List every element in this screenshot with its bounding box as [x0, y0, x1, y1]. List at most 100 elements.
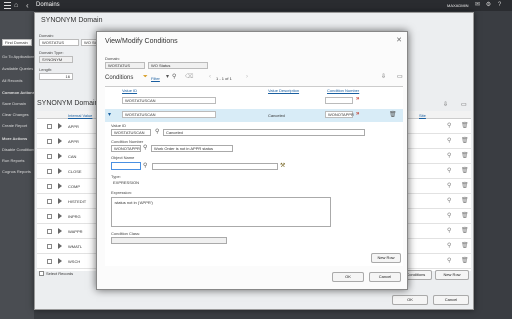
expand-arrow-icon[interactable]: [58, 168, 62, 174]
delete-icon[interactable]: 🗑: [461, 153, 469, 159]
search-icon[interactable]: ⚲: [143, 145, 147, 151]
col-internal-value[interactable]: Internal Value: [68, 113, 92, 118]
user-name[interactable]: MAXADMIN: [447, 3, 469, 8]
delete-icon[interactable]: 🗑: [461, 183, 469, 189]
sidebar-item-cognos[interactable]: Cognos Reports: [2, 169, 31, 174]
delete-icon[interactable]: 🗑: [389, 112, 397, 118]
row-checkbox[interactable]: [47, 199, 52, 204]
filter-icon[interactable]: ⏷: [143, 74, 148, 80]
back-arrow-icon[interactable]: ‹: [26, 1, 29, 10]
row-checkbox[interactable]: [47, 154, 52, 159]
expression-builder-icon[interactable]: ⚒: [280, 163, 285, 169]
detail-icon[interactable]: ⚲: [447, 153, 453, 159]
minimize-icon[interactable]: ▭: [461, 102, 467, 108]
select-records[interactable]: Select Records: [39, 271, 73, 277]
new-row-button[interactable]: New Row: [435, 270, 469, 280]
row-checkbox[interactable]: [47, 244, 52, 249]
cancel-button[interactable]: Cancel: [433, 295, 469, 305]
sidebar-item-goto[interactable]: Go To Applications: [2, 54, 35, 59]
filter-dropdown-icon[interactable]: ▾: [166, 74, 169, 80]
select-value-icon[interactable]: »: [356, 111, 359, 117]
delete-icon[interactable]: 🗑: [461, 213, 469, 219]
search-icon[interactable]: ⚲: [155, 129, 159, 135]
cancel-button[interactable]: Cancel: [369, 272, 401, 282]
sidebar-item-queries[interactable]: Available Queries: [2, 66, 33, 71]
sidebar-item-save[interactable]: Save Domain: [2, 101, 26, 106]
expand-arrow-icon[interactable]: [58, 243, 62, 249]
minimize-icon[interactable]: ▭: [397, 74, 403, 80]
expand-arrow-icon[interactable]: [58, 228, 62, 234]
table-row-selected[interactable]: ▾ WOSTATUSCAN Canceled WONOTAPPR » 🗑: [105, 109, 403, 122]
detail-icon[interactable]: ⚲: [447, 228, 453, 234]
value-id-input[interactable]: WOSTATUSCAN: [122, 111, 216, 118]
detail-icon[interactable]: ⚲: [447, 138, 453, 144]
row-checkbox[interactable]: [47, 214, 52, 219]
download-icon[interactable]: ⇩: [381, 74, 386, 80]
sidebar-item-clear[interactable]: Clear Changes: [2, 112, 29, 117]
sidebar-item-run-reports[interactable]: Run Reports: [2, 158, 24, 163]
detail-icon[interactable]: ⚲: [447, 258, 453, 264]
search-icon[interactable]: ⚲: [172, 74, 176, 80]
condition-input[interactable]: WONOTAPPR: [325, 111, 354, 118]
row-checkbox[interactable]: [47, 169, 52, 174]
delete-icon[interactable]: 🗑: [461, 258, 469, 264]
select-records-checkbox[interactable]: [39, 271, 44, 277]
delete-icon[interactable]: 🗑: [461, 243, 469, 249]
expand-arrow-icon[interactable]: [58, 213, 62, 219]
sidebar-item-all-records[interactable]: All Records: [2, 78, 22, 83]
detail-icon[interactable]: ⚲: [447, 198, 453, 204]
filter-link[interactable]: Filter: [151, 76, 160, 81]
delete-icon[interactable]: 🗑: [461, 198, 469, 204]
expand-arrow-icon[interactable]: [58, 258, 62, 264]
home-icon[interactable]: ⌂: [14, 2, 22, 9]
detail-icon[interactable]: ⚲: [447, 123, 453, 129]
value-id-field[interactable]: WOSTATUSCAN: [111, 129, 151, 136]
value-id-input[interactable]: WOSTATUSCAN: [122, 97, 216, 104]
condition-number-field[interactable]: WONOTAPPR: [111, 145, 141, 152]
sidebar-item-disable[interactable]: Disable Conditions: [2, 147, 35, 152]
detail-icon[interactable]: ⚲: [447, 168, 453, 174]
clear-filter-icon[interactable]: ⌫: [185, 74, 193, 80]
select-value-icon[interactable]: »: [356, 96, 359, 102]
domain-field[interactable]: WOSTATUS: [39, 39, 79, 46]
close-icon[interactable]: ✕: [396, 36, 402, 44]
row-checkbox[interactable]: [47, 139, 52, 144]
length-field[interactable]: 16: [39, 73, 73, 80]
delete-icon[interactable]: 🗑: [461, 228, 469, 234]
expand-arrow-icon[interactable]: [58, 123, 62, 129]
detail-icon[interactable]: ⚲: [447, 183, 453, 189]
next-page-icon[interactable]: ›: [246, 74, 248, 80]
row-checkbox[interactable]: [47, 259, 52, 264]
expand-arrow-icon[interactable]: [58, 138, 62, 144]
col-value-description[interactable]: Value Description: [268, 88, 299, 93]
object-name-field[interactable]: [111, 162, 141, 170]
search-icon[interactable]: ⚲: [143, 163, 147, 169]
detail-icon[interactable]: ⚲: [447, 243, 453, 249]
row-checkbox[interactable]: [47, 124, 52, 129]
new-row-button[interactable]: New Row: [371, 253, 401, 263]
menu-icon[interactable]: [4, 2, 11, 9]
collapse-arrow-icon[interactable]: ▾: [108, 112, 111, 118]
find-input[interactable]: Find Domain: [2, 39, 32, 46]
expand-arrow-icon[interactable]: [58, 183, 62, 189]
expand-arrow-icon[interactable]: [58, 198, 62, 204]
col-value-id[interactable]: Value ID: [122, 88, 137, 93]
ok-button[interactable]: OK: [332, 272, 364, 282]
help-icon[interactable]: ?: [496, 2, 503, 9]
col-condition-number[interactable]: Condition Number: [327, 88, 359, 93]
delete-icon[interactable]: 🗑: [461, 138, 469, 144]
bulletin-icon[interactable]: ✉: [474, 2, 481, 9]
expand-arrow-icon[interactable]: [58, 153, 62, 159]
expression-textarea[interactable]: :status not in ('APPR'): [111, 197, 331, 227]
row-checkbox[interactable]: [47, 229, 52, 234]
sidebar-item-report[interactable]: Create Report: [2, 123, 27, 128]
row-checkbox[interactable]: [47, 184, 52, 189]
download-icon[interactable]: ⇩: [443, 102, 448, 108]
table-row[interactable]: WOSTATUSCAN »: [105, 95, 403, 107]
condition-input[interactable]: [325, 97, 353, 104]
ok-button[interactable]: OK: [392, 295, 428, 305]
previous-page-icon[interactable]: ‹: [209, 74, 211, 80]
delete-icon[interactable]: 🗑: [461, 168, 469, 174]
detail-icon[interactable]: ⚲: [447, 213, 453, 219]
delete-icon[interactable]: 🗑: [461, 123, 469, 129]
